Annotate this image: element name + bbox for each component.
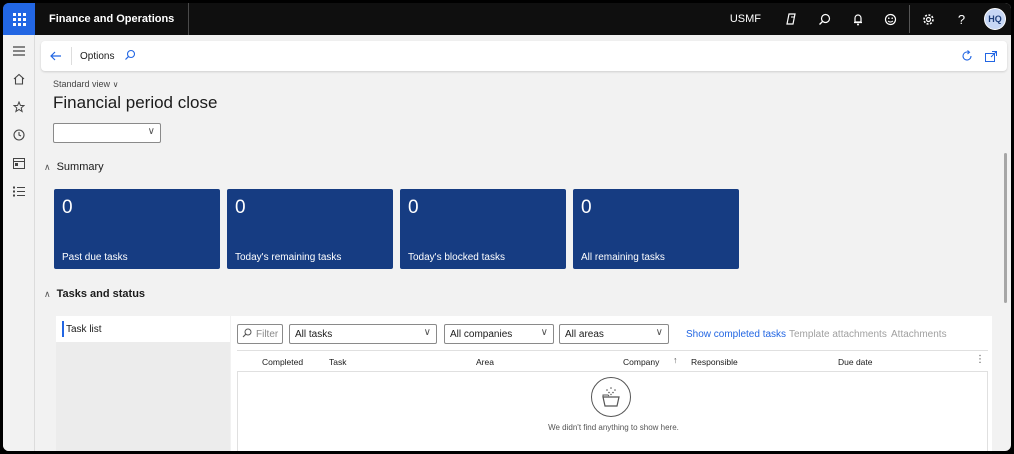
back-button[interactable] [41,41,71,71]
empty-state-message: We didn't find anything to show here. [548,423,679,432]
column-header-company[interactable]: Company [623,357,659,367]
column-header-completed[interactable]: Completed [262,357,303,367]
vertical-scrollbar[interactable] [1004,153,1007,303]
grid-header: Completed Task Area Company ↑ Responsibl… [237,350,988,372]
area-dropdown[interactable]: All areas ∨ [559,324,669,344]
task-list-panel: Task list [56,316,230,451]
grid-body: We didn't find anything to show here. [237,372,988,451]
tasks-section-label: Tasks and status [56,288,146,300]
view-selector-label: Standard view [53,79,111,89]
tile-label: Today's remaining tasks [235,252,342,263]
tile-value: 0 [408,197,419,218]
tile-value: 0 [235,197,246,218]
gear-icon[interactable] [912,3,945,35]
chevron-down-icon: ∨ [147,126,155,137]
period-dropdown[interactable]: ∨ [53,123,161,143]
tasks-grid-panel: Filter All tasks ∨ All companies ∨ All a… [231,316,992,451]
main-content: Standard view ∨ Financial period close ∨… [36,71,1011,451]
search-icon [242,328,252,341]
company-value: All companies [450,328,513,340]
tile-all-remaining-tasks[interactable]: 0 All remaining tasks [573,189,739,269]
filter-input[interactable]: Filter [237,324,283,344]
top-bar: Finance and Operations USMF ? HQ [3,3,1011,35]
collapse-caret-icon: ∧ [44,161,51,172]
area-value: All areas [565,328,604,340]
view-selector[interactable]: Standard view ∨ [53,79,118,89]
template-attachments-link[interactable]: Template attachments [789,329,887,340]
tile-todays-remaining-tasks[interactable]: 0 Today's remaining tasks [227,189,393,269]
summary-section-header[interactable]: ∧ Summary [44,161,104,173]
company-picker[interactable]: USMF [730,13,761,25]
tile-label: All remaining tasks [581,252,665,263]
selection-indicator [62,321,64,337]
chevron-down-icon: ∨ [655,327,663,338]
workspaces-icon[interactable] [3,149,35,177]
options-tab[interactable]: Options [72,51,124,62]
tile-value: 0 [581,197,592,218]
bell-icon[interactable] [841,3,874,35]
chevron-down-icon: ∨ [540,327,548,338]
tasks-section-header[interactable]: ∧ Tasks and status [44,288,145,300]
star-icon[interactable] [3,93,35,121]
hamburger-icon[interactable] [3,37,35,65]
app-window: Finance and Operations USMF ? HQ Options… [3,3,1011,451]
column-header-area[interactable]: Area [476,357,494,367]
action-bar: Options [41,41,1007,71]
home-icon[interactable] [3,65,35,93]
column-header-responsible[interactable]: Responsible [691,357,738,367]
more-options-icon[interactable]: ⋮ [975,354,985,365]
task-type-value: All tasks [295,328,333,340]
copilot-icon[interactable] [775,3,808,35]
column-header-due-date[interactable]: Due date [838,357,873,367]
refresh-icon[interactable] [955,41,979,71]
chevron-down-icon: ∨ [112,80,119,89]
app-launcher-button[interactable] [3,3,35,35]
filter-placeholder: Filter [256,328,279,340]
empty-folder-icon [591,377,631,417]
open-new-window-icon[interactable] [979,41,1003,71]
search-icon[interactable] [808,3,841,35]
show-completed-tasks-link[interactable]: Show completed tasks [686,329,786,340]
summary-label: Summary [56,161,104,173]
collapse-caret-icon: ∧ [44,288,51,299]
attachments-link[interactable]: Attachments [891,329,947,340]
recent-icon[interactable] [3,121,35,149]
left-nav [3,35,35,451]
sort-ascending-icon[interactable]: ↑ [673,355,678,365]
tile-label: Past due tasks [62,252,128,263]
chevron-down-icon: ∨ [423,327,431,338]
task-list-nav-item[interactable]: Task list [56,316,230,342]
app-title[interactable]: Finance and Operations [35,3,190,35]
action-search-icon[interactable] [124,49,136,64]
avatar[interactable]: HQ [984,8,1006,30]
tile-value: 0 [62,197,73,218]
modules-icon[interactable] [3,177,35,205]
smiley-icon[interactable] [874,3,907,35]
waffle-icon [12,12,26,26]
task-type-dropdown[interactable]: All tasks ∨ [289,324,437,344]
tile-past-due-tasks[interactable]: 0 Past due tasks [54,189,220,269]
column-header-task[interactable]: Task [329,357,346,367]
tile-label: Today's blocked tasks [408,252,505,263]
back-arrow-icon [50,51,61,61]
tile-todays-blocked-tasks[interactable]: 0 Today's blocked tasks [400,189,566,269]
help-icon[interactable]: ? [945,3,978,35]
page-title: Financial period close [53,93,218,112]
task-list-label: Task list [66,323,102,335]
company-dropdown[interactable]: All companies ∨ [444,324,554,344]
